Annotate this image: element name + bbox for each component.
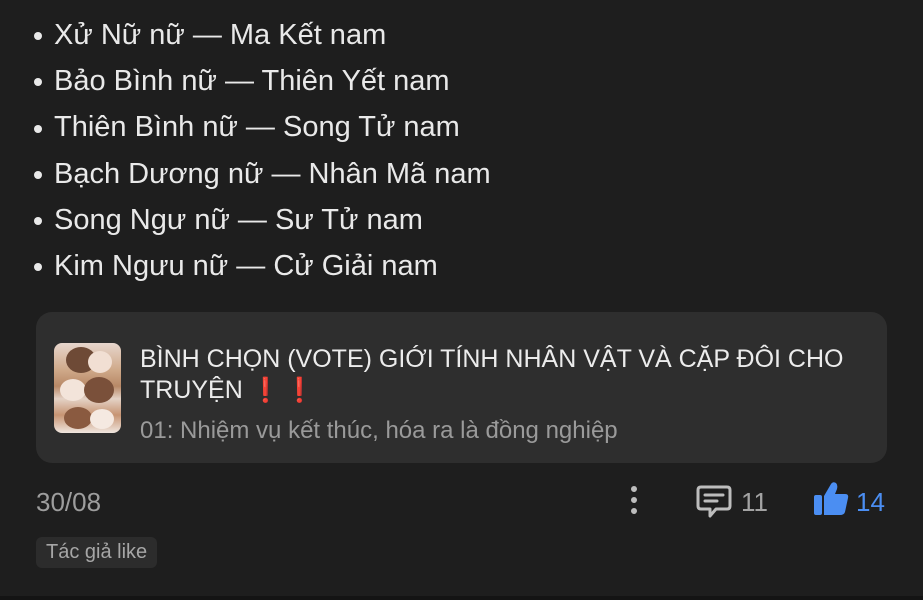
list-item: Kim Ngưu nữ — Cử Giải nam	[34, 243, 491, 289]
bullet-icon	[34, 78, 42, 87]
author-liked-badge: Tác giả like	[36, 537, 158, 568]
exclamation-icon: ❗❗	[250, 376, 319, 404]
list-item: Song Ngư nữ — Sư Tử nam	[34, 197, 491, 243]
zodiac-pair-list: Xử Nữ nữ — Ma Kết nam Bảo Bình nữ — Thiê…	[34, 12, 491, 289]
list-item: Thiên Bình nữ — Song Tử nam	[34, 104, 491, 150]
bullet-icon	[34, 216, 42, 225]
more-vertical-icon[interactable]	[627, 486, 641, 518]
story-link-card[interactable]: BÌNH CHỌN (VOTE) GIỚI TÍNH NHÂN VẬT VÀ C…	[36, 312, 887, 463]
list-item: Xử Nữ nữ — Ma Kết nam	[34, 12, 491, 58]
divider	[0, 596, 923, 600]
card-title: BÌNH CHỌN (VOTE) GIỚI TÍNH NHÂN VẬT VÀ C…	[140, 344, 875, 406]
comment-icon[interactable]	[695, 482, 733, 520]
comment-count[interactable]: 11	[741, 487, 768, 518]
list-item: Bảo Bình nữ — Thiên Yết nam	[34, 58, 491, 104]
post-date: 30/08	[36, 487, 102, 517]
list-item: Bạch Dương nữ — Nhân Mã nam	[34, 151, 491, 197]
pair-text: Thiên Bình nữ — Song Tử nam	[54, 111, 460, 144]
pair-text: Bảo Bình nữ — Thiên Yết nam	[54, 65, 450, 98]
bullet-icon	[34, 170, 42, 179]
pair-text: Xử Nữ nữ — Ma Kết nam	[54, 19, 387, 51]
pair-text: Bạch Dương nữ — Nhân Mã nam	[54, 157, 491, 190]
bullet-icon	[34, 263, 42, 272]
card-subtitle: 01: Nhiệm vụ kết thúc, hóa ra là đồng ng…	[140, 417, 618, 444]
pair-text: Song Ngư nữ — Sư Tử nam	[54, 203, 423, 236]
bullet-icon	[34, 32, 42, 41]
pair-text: Kim Ngưu nữ — Cử Giải nam	[54, 250, 438, 283]
card-title-text: BÌNH CHỌN (VOTE) GIỚI TÍNH NHÂN VẬT VÀ C…	[140, 345, 844, 404]
thumbs-up-icon[interactable]	[812, 480, 850, 518]
story-cover-image	[54, 343, 121, 433]
like-count[interactable]: 14	[856, 487, 885, 518]
bullet-icon	[34, 124, 42, 133]
